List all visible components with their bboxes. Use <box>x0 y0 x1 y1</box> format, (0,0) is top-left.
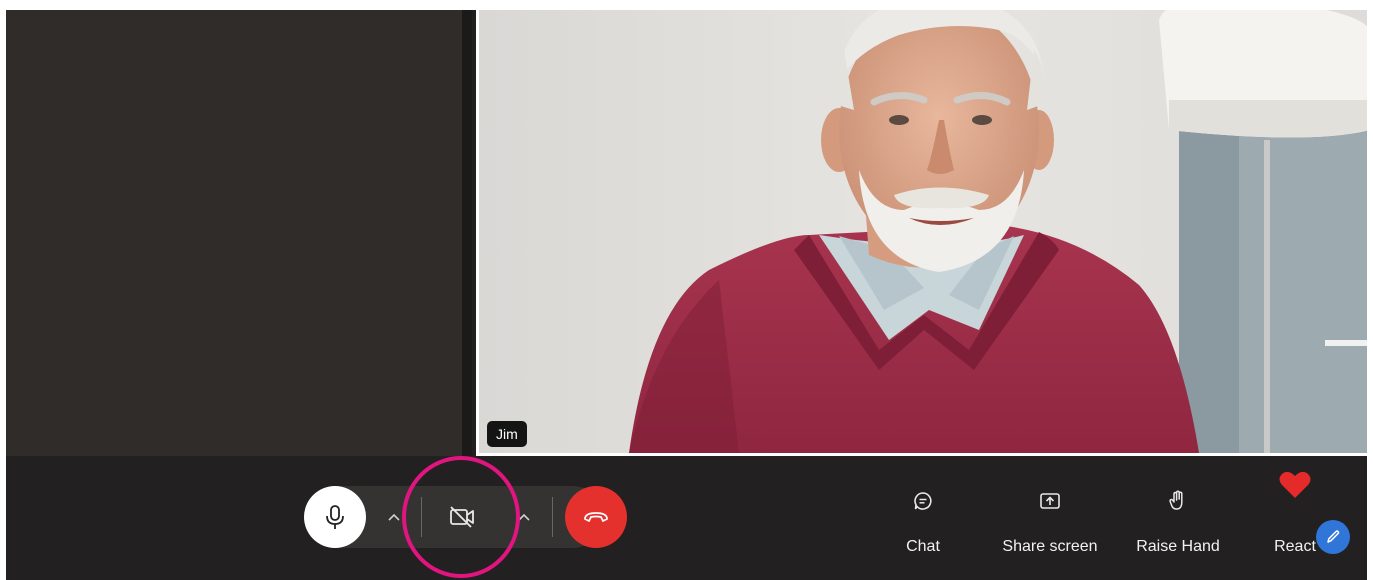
raise-hand-label: Raise Hand <box>1136 538 1220 555</box>
toolbar-divider <box>552 497 553 537</box>
chevron-up-icon <box>388 513 400 521</box>
mic-options-button[interactable] <box>383 506 405 528</box>
mic-button[interactable] <box>304 486 366 548</box>
participant-tile-empty <box>6 10 462 456</box>
raise-hand-button[interactable]: Raise Hand <box>1128 486 1228 556</box>
microphone-icon <box>326 505 344 529</box>
meeting-toolbar: Chat Share screen Raise Hand React <box>6 456 1367 580</box>
chat-label: Chat <box>906 538 940 555</box>
meeting-window: Jim Chat Share screen Raise Hand React <box>6 10 1367 580</box>
chat-button[interactable]: Chat <box>886 486 960 556</box>
camera-options-button[interactable] <box>513 506 535 528</box>
heart-icon <box>1279 471 1311 498</box>
edit-button[interactable] <box>1316 520 1350 554</box>
chevron-up-icon <box>518 513 530 521</box>
toolbar-divider <box>421 497 422 537</box>
participant-video <box>479 10 1367 453</box>
participant-tile-jim[interactable]: Jim <box>476 10 1367 456</box>
participant-name-tag: Jim <box>487 421 527 447</box>
share-screen-icon <box>1040 493 1060 509</box>
hang-up-icon <box>584 512 608 522</box>
pencil-icon <box>1327 530 1340 543</box>
react-label: React <box>1274 538 1316 555</box>
share-screen-button[interactable]: Share screen <box>991 486 1109 556</box>
camera-off-icon <box>450 506 474 528</box>
hang-up-button[interactable] <box>565 486 627 548</box>
tile-divider <box>462 10 472 456</box>
chat-icon <box>914 492 932 510</box>
raise-hand-icon <box>1169 490 1183 510</box>
camera-button[interactable] <box>446 502 478 532</box>
share-screen-label: Share screen <box>1002 538 1098 555</box>
